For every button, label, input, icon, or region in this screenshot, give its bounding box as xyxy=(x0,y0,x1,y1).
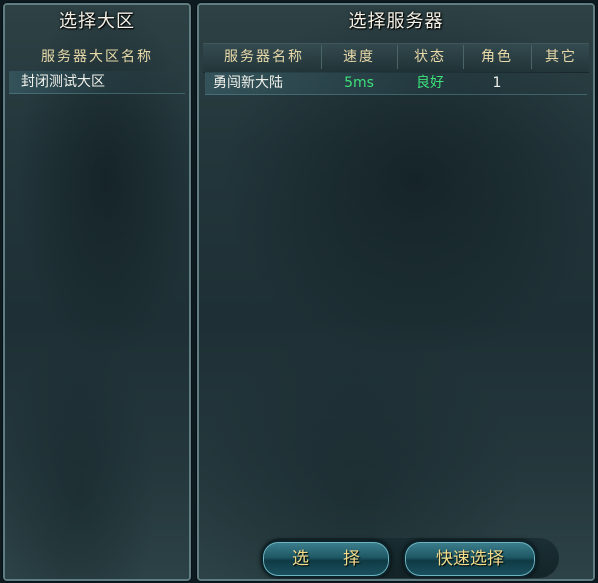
region-name-column-header: 服务器大区名称 xyxy=(41,49,153,65)
server-panel: 选择服务器 服务器名称 速度 状态 角色 其它 勇闯新大陆 5ms 良好 1 选… xyxy=(197,3,595,581)
server-status: 良好 xyxy=(416,75,444,91)
server-speed: 5ms xyxy=(344,75,374,91)
server-panel-title: 选择服务器 xyxy=(348,11,444,32)
column-header-role[interactable]: 角色 xyxy=(463,43,531,71)
column-header-server-name[interactable]: 服务器名称 xyxy=(205,43,323,71)
region-row-0[interactable]: 封闭测试大区 xyxy=(9,71,185,94)
server-other xyxy=(531,72,591,94)
select-button[interactable]: 选 择 xyxy=(261,540,391,578)
column-header-status[interactable]: 状态 xyxy=(397,43,463,71)
region-panel: 选择大区 服务器大区名称 封闭测试大区 xyxy=(3,3,191,581)
server-name: 勇闯新大陆 xyxy=(213,75,283,91)
quick-select-button[interactable]: 快速选择 xyxy=(403,540,537,578)
server-row-0[interactable]: 勇闯新大陆 5ms 良好 1 xyxy=(205,72,587,95)
column-header-other[interactable]: 其它 xyxy=(531,43,591,71)
region-panel-title: 选择大区 xyxy=(59,11,135,32)
server-role-count: 1 xyxy=(492,75,502,91)
column-header-speed[interactable]: 速度 xyxy=(321,43,397,71)
region-name: 封闭测试大区 xyxy=(21,74,105,90)
